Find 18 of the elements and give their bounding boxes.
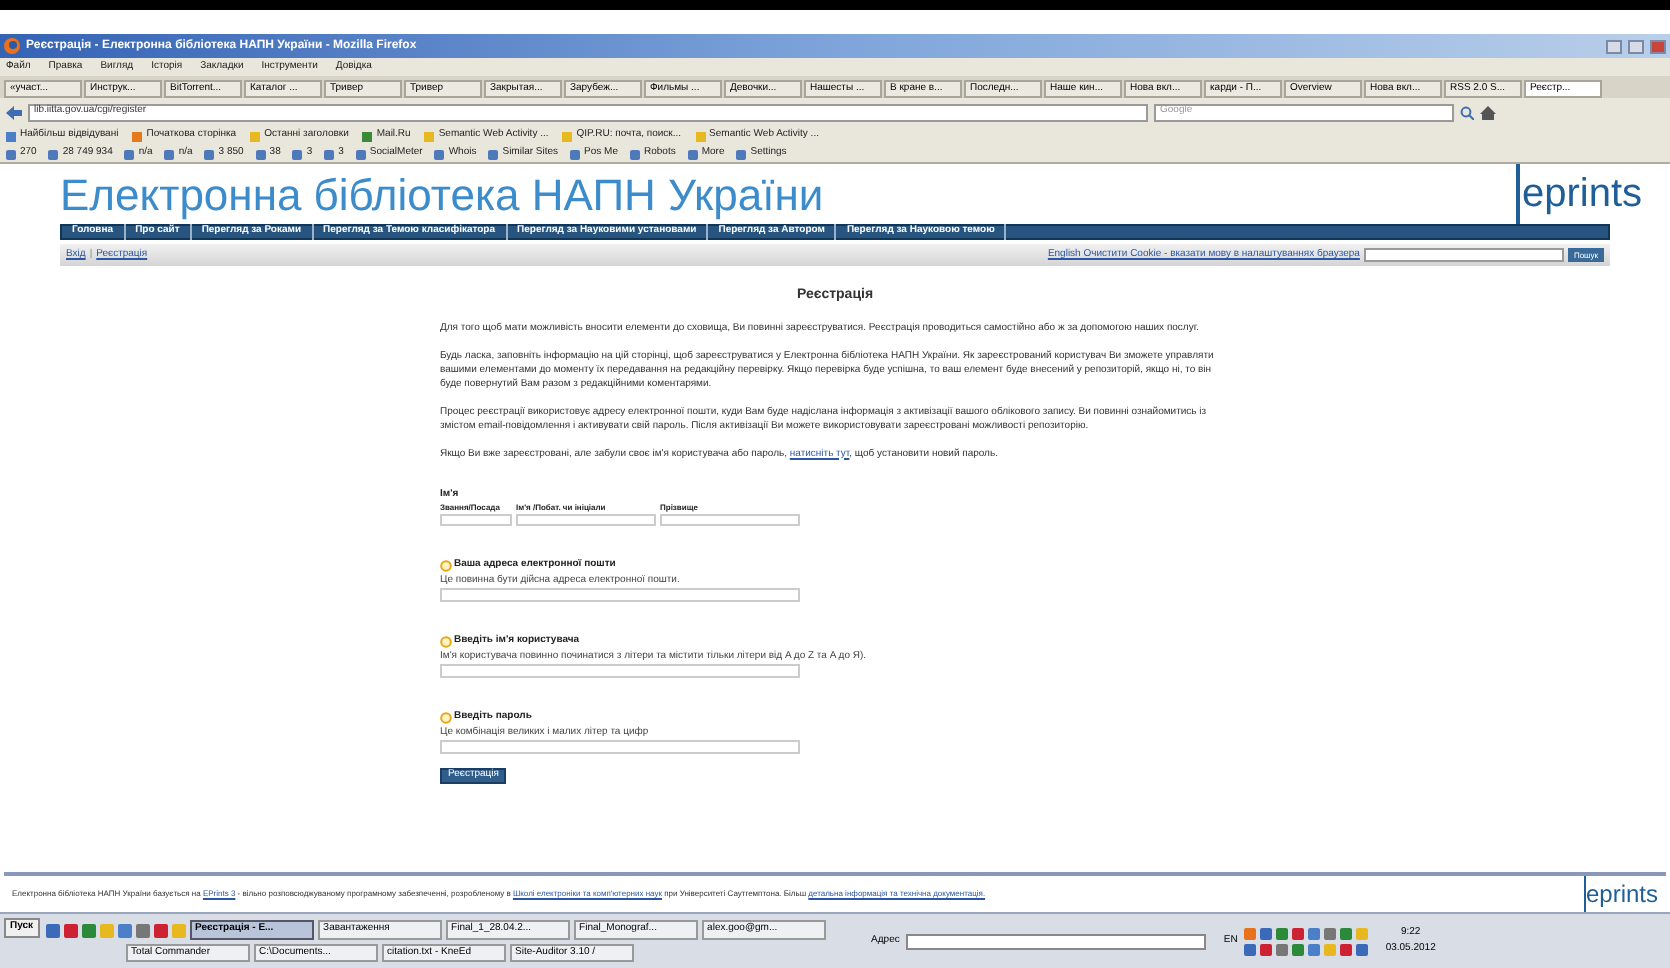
name-input[interactable] — [516, 514, 656, 526]
required-icon — [440, 635, 452, 648]
site-title: Електронна бібліотека НАПН України — [60, 167, 824, 224]
close-button[interactable] — [1650, 39, 1666, 53]
input-field[interactable] — [440, 664, 800, 678]
required-icon — [440, 711, 452, 724]
search-icon — [1460, 105, 1474, 119]
name-input[interactable] — [440, 514, 512, 526]
taskbar-address-field[interactable] — [905, 933, 1206, 949]
required-icon — [440, 559, 452, 572]
maximize-button[interactable] — [1628, 39, 1644, 53]
name-input[interactable] — [660, 514, 800, 526]
site-search-field[interactable] — [1363, 248, 1564, 262]
input-field[interactable] — [440, 588, 800, 602]
back-arrow-icon — [6, 105, 22, 119]
home-icon — [1480, 105, 1496, 119]
minimize-button[interactable] — [1606, 39, 1622, 53]
input-field[interactable] — [440, 740, 800, 754]
